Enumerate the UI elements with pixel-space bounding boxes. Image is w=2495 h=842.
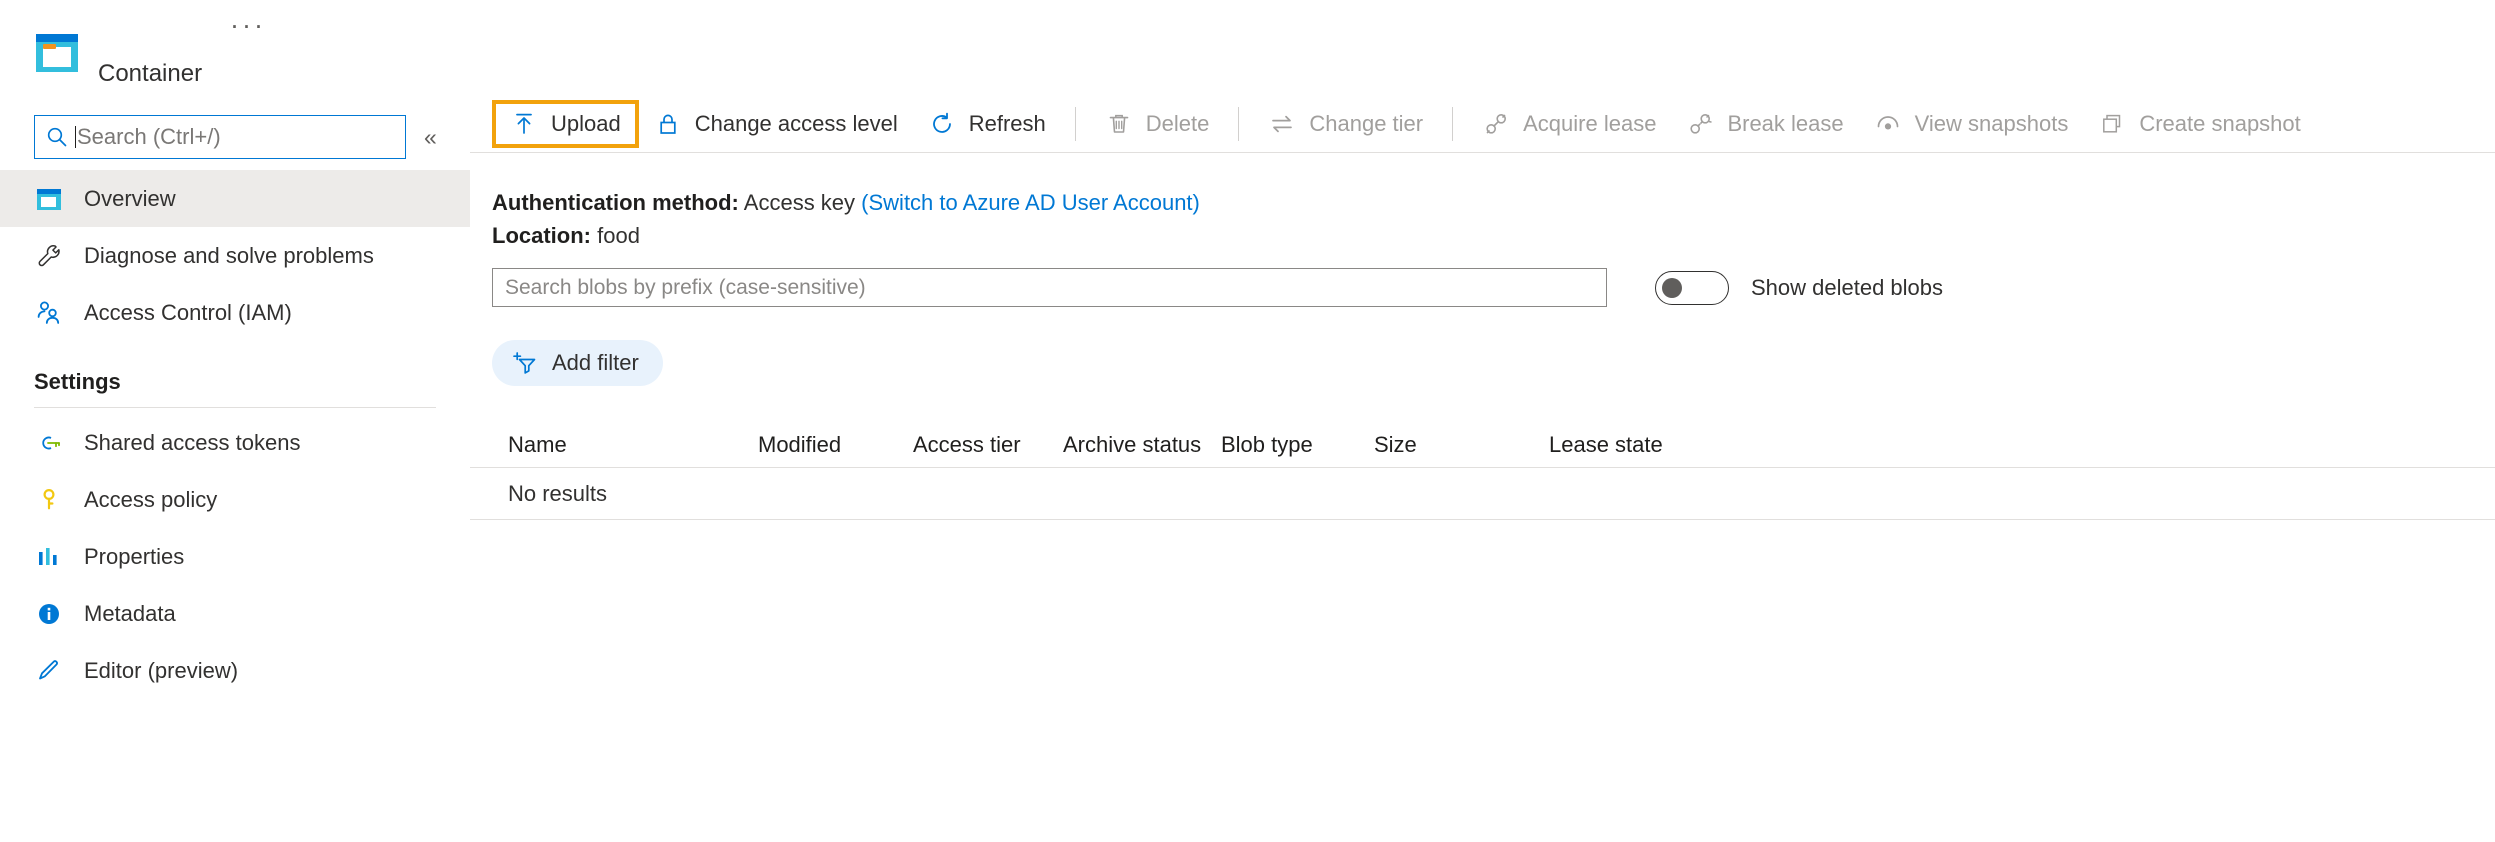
location-row: Location: food <box>492 219 1200 252</box>
acquire-lease-button[interactable]: Acquire lease <box>1467 100 1671 148</box>
toolbar-separator <box>1075 107 1076 141</box>
sidebar-nav: Overview Diagnose and solve problems <box>0 170 470 699</box>
search-input[interactable] <box>77 124 395 150</box>
sidebar-item-label: Access policy <box>84 487 217 513</box>
lock-icon <box>654 110 682 138</box>
blobs-table: Name Modified Access tier Archive status… <box>470 416 2495 520</box>
people-icon <box>34 298 64 328</box>
change-tier-button[interactable]: Change tier <box>1253 100 1438 148</box>
properties-icon <box>34 542 64 572</box>
table-empty-row: No results <box>470 468 2495 520</box>
sidebar-item-properties[interactable]: Properties <box>0 528 470 585</box>
plug-broken-icon <box>1686 110 1714 138</box>
upload-button[interactable]: Upload <box>492 100 639 148</box>
blob-search-input[interactable] <box>505 276 1594 300</box>
authentication-method-label: Authentication method: <box>492 190 739 215</box>
page-title: Container <box>98 60 202 88</box>
sidebar-item-metadata[interactable]: Metadata <box>0 585 470 642</box>
toolbar-item-label: Upload <box>551 111 621 137</box>
pencil-icon <box>34 656 64 686</box>
search-icon <box>45 125 69 149</box>
sidebar-item-label: Editor (preview) <box>84 658 238 684</box>
show-deleted-blobs-toggle[interactable] <box>1655 271 1729 305</box>
refresh-button[interactable]: Refresh <box>913 100 1061 148</box>
sidebar-item-label: Access Control (IAM) <box>84 300 292 326</box>
show-deleted-blobs-label: Show deleted blobs <box>1751 275 1943 301</box>
table-header-row: Name Modified Access tier Archive status… <box>470 416 2495 468</box>
add-filter-icon <box>510 350 540 376</box>
container-icon <box>34 30 80 76</box>
azure-container-blade: ··· Container « <box>0 0 2495 842</box>
authentication-info: Authentication method: Access key (Switc… <box>492 186 1200 252</box>
authentication-method-row: Authentication method: Access key (Switc… <box>492 186 1200 219</box>
sidebar-item-label: Shared access tokens <box>84 430 300 456</box>
main-content: Upload Change access level <box>470 0 2495 842</box>
add-filter-label: Add filter <box>552 350 639 376</box>
column-header-size[interactable]: Size <box>1374 432 1549 467</box>
info-icon <box>34 599 64 629</box>
collapse-sidebar-button[interactable]: « <box>424 124 437 150</box>
token-icon <box>34 428 64 458</box>
toggle-knob <box>1662 278 1682 298</box>
swap-icon <box>1268 110 1296 138</box>
show-deleted-blobs-row: Show deleted blobs <box>1655 268 1943 307</box>
column-header-lease-state[interactable]: Lease state <box>1549 432 1729 467</box>
key-icon <box>34 485 64 515</box>
sidebar: ··· Container « <box>0 0 470 842</box>
upload-icon <box>510 110 538 138</box>
toolbar-item-label: Change access level <box>695 111 898 137</box>
toolbar-item-label: Acquire lease <box>1523 111 1656 137</box>
toolbar-item-label: Delete <box>1146 111 1210 137</box>
location-value: food <box>597 223 640 248</box>
toolbar-item-label: Create snapshot <box>2139 111 2300 137</box>
toolbar-separator <box>1452 107 1453 141</box>
toolbar-separator <box>1238 107 1239 141</box>
snapshot-icon <box>1874 110 1902 138</box>
toolbar-item-label: Refresh <box>969 111 1046 137</box>
sidebar-item-shared-access-tokens[interactable]: Shared access tokens <box>0 414 470 471</box>
command-toolbar: Upload Change access level <box>470 96 2316 152</box>
switch-to-azure-ad-link[interactable]: (Switch to Azure AD User Account) <box>861 190 1200 215</box>
sidebar-item-label: Overview <box>84 186 176 212</box>
delete-button[interactable]: Delete <box>1090 100 1225 148</box>
plug-icon <box>1482 110 1510 138</box>
sidebar-item-access-policy[interactable]: Access policy <box>0 471 470 528</box>
sidebar-item-label: Metadata <box>84 601 176 627</box>
column-header-modified[interactable]: Modified <box>758 432 913 467</box>
view-snapshots-button[interactable]: View snapshots <box>1859 100 2084 148</box>
toolbar-item-label: View snapshots <box>1915 111 2069 137</box>
overview-icon <box>34 184 64 214</box>
trash-icon <box>1105 110 1133 138</box>
sidebar-item-label: Diagnose and solve problems <box>84 243 374 269</box>
authentication-method-value: Access key <box>744 190 855 215</box>
wrench-icon <box>34 241 64 271</box>
text-caret <box>75 126 76 148</box>
sidebar-divider <box>34 407 436 408</box>
column-header-blob-type[interactable]: Blob type <box>1221 432 1374 467</box>
column-header-access-tier[interactable]: Access tier <box>913 432 1063 467</box>
sidebar-item-overview[interactable]: Overview <box>0 170 470 227</box>
sidebar-search[interactable] <box>34 115 406 159</box>
toolbar-bottom-rule <box>470 152 2495 153</box>
toolbar-item-label: Change tier <box>1309 111 1423 137</box>
column-header-name[interactable]: Name <box>470 432 758 467</box>
change-access-level-button[interactable]: Change access level <box>639 100 913 148</box>
no-results-message: No results <box>508 481 607 507</box>
refresh-icon <box>928 110 956 138</box>
sidebar-item-diagnose[interactable]: Diagnose and solve problems <box>0 227 470 284</box>
create-snapshot-button[interactable]: Create snapshot <box>2083 100 2315 148</box>
column-header-archive-status[interactable]: Archive status <box>1063 432 1221 467</box>
more-options-button[interactable]: ··· <box>230 18 266 32</box>
toolbar-item-label: Break lease <box>1727 111 1843 137</box>
sidebar-header: ··· Container <box>0 0 470 108</box>
blob-search-field[interactable] <box>492 268 1607 307</box>
sidebar-group-settings: Settings <box>0 341 470 403</box>
break-lease-button[interactable]: Break lease <box>1671 100 1858 148</box>
sidebar-item-editor-preview[interactable]: Editor (preview) <box>0 642 470 699</box>
location-label: Location: <box>492 223 591 248</box>
sidebar-item-access-control[interactable]: Access Control (IAM) <box>0 284 470 341</box>
add-filter-button[interactable]: Add filter <box>492 340 663 386</box>
sidebar-item-label: Properties <box>84 544 184 570</box>
create-snapshot-icon <box>2098 110 2126 138</box>
